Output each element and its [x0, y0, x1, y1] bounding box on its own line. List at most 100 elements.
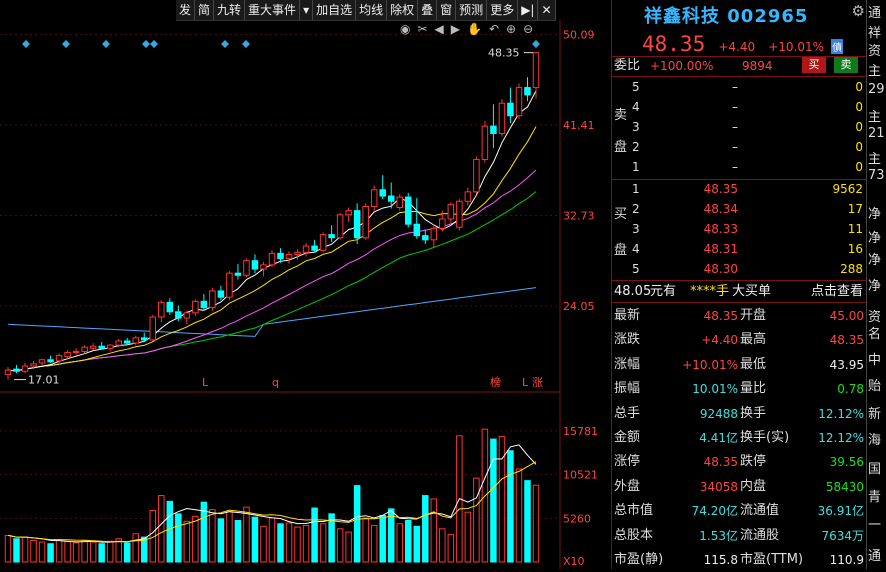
candle-body — [532, 52, 540, 89]
tb-jian[interactable]: 简 — [195, 0, 215, 20]
view-big-order-link[interactable]: 点击查看 — [811, 282, 863, 302]
sell-level-row[interactable]: 1 – 0 — [612, 157, 867, 177]
volume-bar — [507, 450, 514, 563]
volume-bar — [55, 539, 63, 563]
tb-end-icon[interactable]: ▶| — [518, 0, 539, 20]
quote-field-row: 涨停 48.35 跌停 39.56 — [612, 450, 867, 474]
price-axis-label: 24.05 — [563, 300, 595, 313]
volume-bar — [362, 517, 369, 563]
volume-bar — [464, 511, 472, 563]
event-diamond-icon — [22, 40, 30, 48]
edge-text: 净 — [868, 253, 882, 268]
price-pct: +10.01% — [768, 40, 824, 54]
event-diamond-icon — [102, 40, 110, 48]
tb-close-icon[interactable]: ✕ — [538, 0, 556, 20]
tb-add-watchlist[interactable]: 加自选 — [313, 0, 357, 20]
volume-bar — [413, 525, 421, 563]
field-label: 开盘 — [740, 308, 767, 323]
candle-body — [55, 355, 63, 362]
candle-body — [251, 260, 259, 270]
sell-level-row[interactable]: 2 – 0 — [612, 137, 867, 157]
candle-body — [302, 245, 310, 253]
tb-forecast[interactable]: 预测 — [456, 0, 488, 20]
chart-toolbar: 发 简 九转 重大事件 ▾ 加自选 均线 除权 叠 窗 预测 更多 ▶| ✕ — [176, 0, 556, 21]
event-diamond-icon — [242, 40, 250, 48]
tb-overlay[interactable]: 叠 — [418, 0, 438, 20]
candle-body — [277, 252, 284, 260]
edge-text: 主 — [868, 152, 882, 167]
level-volume: 288 — [840, 262, 863, 276]
buy-level-row[interactable]: 2 48.34 17 — [612, 199, 867, 219]
volume-bar — [72, 542, 80, 563]
field-label: 流通值 — [740, 503, 780, 519]
tb-major-events[interactable]: 重大事件 — [245, 0, 301, 20]
tb-window[interactable]: 窗 — [437, 0, 457, 20]
tb-more[interactable]: 更多 — [487, 0, 519, 20]
tb-jiuzhuan[interactable]: 九转 — [214, 0, 246, 20]
sell-level-row[interactable]: 5 – 0 — [612, 77, 867, 97]
tb-fa[interactable]: 发 — [176, 0, 196, 20]
buy-button[interactable]: 买 — [802, 57, 826, 73]
bond-badge[interactable]: 債 — [831, 39, 844, 54]
sell-level-row[interactable]: 4 – 0 — [612, 97, 867, 117]
field-label: 振幅 — [614, 381, 641, 397]
level-price: – — [732, 160, 738, 174]
sell-button[interactable]: 卖 — [834, 57, 858, 73]
weibi-row: 委比 +100.00% 9894 — [612, 56, 867, 76]
sell-level-row[interactable]: 3 – 0 — [612, 117, 867, 137]
event-marker: L — [522, 376, 529, 389]
volume-bar — [336, 528, 344, 563]
candle-body — [379, 189, 386, 197]
volume-bar — [183, 520, 191, 563]
candle-body — [149, 316, 157, 341]
scissors-icon[interactable]: ✂ — [417, 22, 427, 36]
candle-body — [226, 272, 233, 298]
buy-level-row[interactable]: 4 48.31 16 — [612, 239, 867, 259]
tb-ex-rights[interactable]: 除权 — [387, 0, 419, 20]
volume-bar — [447, 534, 455, 563]
buy-level-row[interactable]: 1 48.35 9562 — [612, 179, 867, 199]
big-order-hand: ****手 — [690, 284, 730, 299]
ma60-line — [7, 287, 537, 337]
forward-icon[interactable]: ▶ — [451, 22, 460, 36]
volume-bar — [277, 523, 284, 563]
level-price: – — [732, 100, 738, 114]
quote-field-row: 总股本 1.53亿 流通股 7634万 — [612, 524, 867, 548]
high-price-label: 48.35 — [488, 47, 520, 60]
event-diamond-icon — [221, 40, 229, 48]
back-icon[interactable]: ◀ — [435, 22, 444, 36]
volume-bar — [285, 522, 293, 563]
hand-icon[interactable]: ✋ — [467, 22, 482, 36]
candle-body — [200, 300, 208, 309]
tb-ma[interactable]: 均线 — [356, 0, 388, 20]
field-label: 涨跌 — [614, 332, 641, 348]
level-volume: 11 — [847, 222, 863, 236]
big-order-desc: 大买单 — [732, 284, 772, 299]
volume-bar — [260, 525, 267, 563]
kline-chart[interactable]: 50.09 41.41 32.73 24.05 15781 10521 5260 X10 48.… — [0, 0, 611, 569]
candle-body — [166, 301, 174, 313]
undo-icon[interactable]: ↶ — [489, 22, 499, 36]
buy-level-row[interactable]: 3 48.33 11 — [612, 219, 867, 239]
volume-bar — [30, 539, 37, 563]
buy-level-row[interactable]: 5 48.30 288 — [612, 259, 867, 279]
zoom-in-icon[interactable]: ⊕ — [506, 22, 516, 36]
field-label: 最低 — [740, 356, 767, 372]
quote-field-row: 涨跌 +4.40 最高 48.35 — [612, 328, 867, 352]
field-value: 48.35 — [703, 309, 738, 323]
candle-body — [268, 252, 276, 266]
candle-body — [336, 214, 344, 239]
zoom-out-icon[interactable]: ⊖ — [523, 22, 533, 36]
level-price: – — [732, 140, 738, 154]
level-volume: 0 — [855, 120, 863, 134]
volume-bar — [115, 538, 122, 563]
candle-body — [422, 235, 429, 241]
gear-icon[interactable]: ⚙ — [852, 2, 865, 20]
candle-body — [456, 200, 463, 228]
eye-icon[interactable]: ◉ — [400, 22, 410, 36]
stock-name: 祥鑫科技 — [644, 6, 720, 27]
candle-body — [353, 210, 361, 239]
tb-dropdown-icon[interactable]: ▾ — [300, 0, 314, 20]
edge-text: 73 — [868, 168, 885, 183]
weibi-pct: +100.00% — [650, 59, 714, 73]
